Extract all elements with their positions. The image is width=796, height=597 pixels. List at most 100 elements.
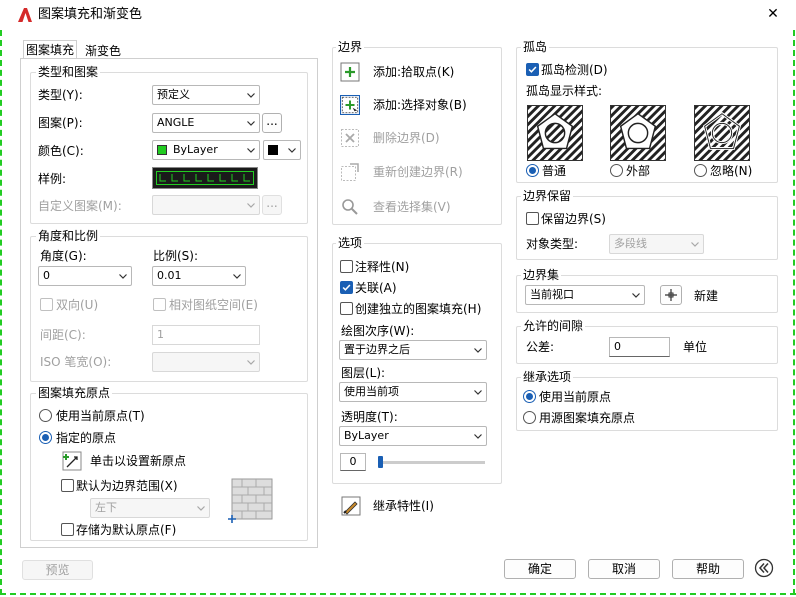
iso-label: ISO 笔宽(O): [40,355,112,369]
layer-dropdown[interactable]: 使用当前项 [339,382,487,402]
origin-position-dropdown[interactable]: 左下 [90,498,210,518]
cancel-button[interactable]: 取消 [588,559,660,579]
add-pick-point-icon[interactable] [340,62,360,82]
layer-label: 图层(L): [341,366,386,380]
inherit-current-origin-radio[interactable] [523,390,536,403]
boundary-set-new-button[interactable] [660,285,682,305]
default-extent-checkbox[interactable] [61,479,74,492]
help-button[interactable]: 帮助 [672,559,744,579]
annotative-label: 注释性(N) [355,260,410,274]
crosshair-icon [665,289,677,301]
island-style-label: 孤岛显示样式: [526,84,603,98]
check-icon [341,282,352,293]
separate-hatches-checkbox[interactable] [340,302,353,315]
tab-hatch-label[interactable]: 图案填充 [26,42,74,58]
island-outer-label: 外部 [626,164,651,178]
island-normal-radio[interactable] [526,164,539,177]
iso-dropdown[interactable] [152,352,260,372]
transparency-dropdown[interactable]: ByLayer [339,426,487,446]
pattern-browse-button[interactable]: ... [262,113,282,133]
transparency-label: 透明度(T): [341,410,398,424]
relative-paper-checkbox[interactable] [153,298,166,311]
drawing-edge-left [0,30,2,595]
draw-order-dropdown[interactable]: 置于边界之后 [339,340,487,360]
island-ignore-radio[interactable] [694,164,707,177]
chevron-down-icon [246,118,256,128]
island-detection-checkbox[interactable] [526,63,539,76]
separate-hatches-label: 创建独立的图案填充(H) [355,302,482,316]
drawing-edge-bottom [0,593,796,595]
chevron-down-icon [246,90,256,100]
associative-checkbox[interactable] [340,281,353,294]
tolerance-input[interactable]: 0 [609,337,670,357]
transparency-slider-thumb[interactable] [378,456,383,468]
double-checkbox[interactable] [40,298,53,311]
remove-boundary-icon[interactable] [340,128,360,148]
pattern-value: ANGLE [157,116,195,129]
check-icon [527,64,538,75]
transparency-amount-input[interactable]: 0 [340,453,366,471]
add-select-objects-label[interactable]: 添加:选择对象(B) [373,97,467,113]
boundary-set-dropdown[interactable]: 当前视口 [525,285,645,305]
custom-pattern-browse-button[interactable]: ... [262,195,282,215]
options-title: 选项 [336,236,365,250]
view-selection-icon[interactable] [340,197,360,217]
origin-title: 图案填充原点 [36,386,113,400]
retain-boundary-checkbox[interactable] [526,212,539,225]
island-normal-preview[interactable] [527,105,583,161]
add-pick-point-label[interactable]: 添加:拾取点(K) [373,64,454,80]
gap-title: 允许的间隙 [521,319,586,333]
transparency-value: ByLayer [344,429,389,442]
type-dropdown[interactable]: 预定义 [152,85,260,105]
view-selection-label[interactable]: 查看选择集(V) [373,199,451,215]
inherit-source-origin-radio[interactable] [523,411,536,424]
custom-pattern-dropdown[interactable] [152,195,260,215]
island-ignore-label: 忽略(N) [710,164,753,178]
inherit-source-origin-label: 用源图案填充原点 [539,411,636,425]
retain-title: 边界保留 [521,189,574,203]
recreate-boundary-icon[interactable] [340,162,360,182]
bgcolor-dropdown[interactable] [263,140,301,160]
close-icon[interactable]: ✕ [765,6,781,22]
sample-preview[interactable] [152,167,258,189]
spacing-input[interactable]: 1 [152,325,260,345]
island-normal-label: 普通 [542,164,567,178]
specified-origin-radio[interactable] [39,431,52,444]
island-detection-label: 孤岛检测(D) [541,63,608,77]
store-origin-label: 存储为默认原点(F) [76,523,177,537]
boundary-title: 边界 [336,40,365,54]
remove-boundary-label[interactable]: 删除边界(D) [373,130,440,146]
annotative-checkbox[interactable] [340,260,353,273]
spacing-label: 间距(C): [40,328,86,342]
island-outer-radio[interactable] [610,164,623,177]
angle-scale-title: 角度和比例 [36,229,101,243]
pattern-dropdown[interactable]: ANGLE [152,113,260,133]
chevron-down-icon [631,290,641,300]
collapse-arrow-icon[interactable] [754,558,774,578]
set-origin-icon[interactable] [62,451,82,471]
add-select-objects-icon[interactable] [340,95,360,115]
island-ignore-preview[interactable] [694,105,750,161]
inherit-options-title: 继承选项 [521,370,574,384]
object-type-dropdown[interactable]: 多段线 [609,234,704,254]
store-origin-checkbox[interactable] [61,523,74,536]
scale-dropdown[interactable]: 0.01 [152,266,246,286]
island-outer-preview[interactable] [610,105,666,161]
boundary-set-title: 边界集 [521,268,562,282]
color-dropdown[interactable]: ByLayer [152,140,260,160]
tolerance-unit: 单位 [683,340,708,354]
recreate-boundary-label[interactable]: 重新创建边界(R) [373,164,463,180]
preview-button[interactable]: 预览 [22,560,93,580]
tab-gradient-label[interactable]: 渐变色 [85,43,121,59]
tolerance-label: 公差: [526,340,555,354]
autocad-logo-icon [18,8,32,22]
chevron-down-icon [246,357,256,367]
transparency-slider-track[interactable] [378,461,485,464]
angle-dropdown[interactable]: 0 [38,266,132,286]
scale-label: 比例(S): [153,249,199,263]
ok-button[interactable]: 确定 [504,559,576,579]
set-origin-label[interactable]: 单击以设置新原点 [90,453,186,469]
inherit-properties-icon[interactable] [341,496,361,516]
use-current-origin-radio[interactable] [39,409,52,422]
inherit-properties-label[interactable]: 继承特性(I) [373,498,434,514]
